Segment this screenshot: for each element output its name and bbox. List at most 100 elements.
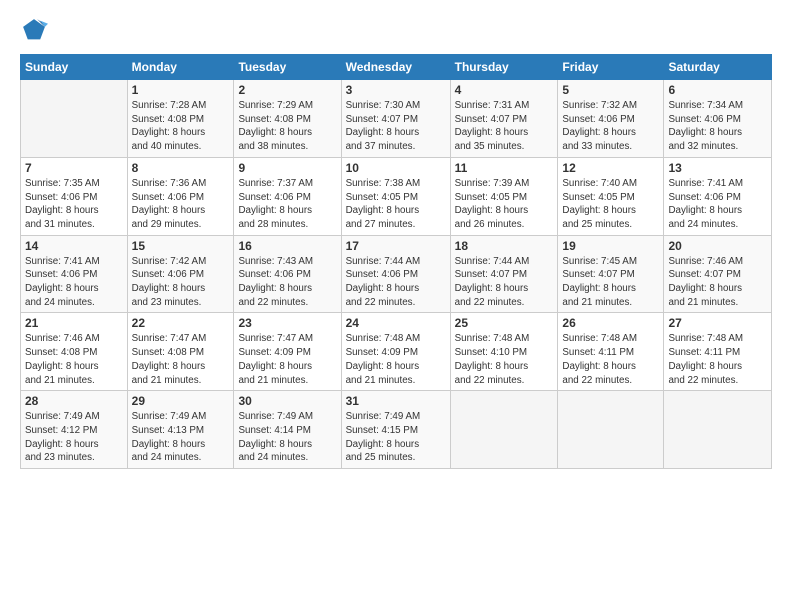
weekday-header-wednesday: Wednesday (341, 55, 450, 80)
day-number: 29 (132, 394, 230, 408)
day-number: 4 (455, 83, 554, 97)
day-cell: 16Sunrise: 7:43 AM Sunset: 4:06 PM Dayli… (234, 235, 341, 313)
day-info: Sunrise: 7:41 AM Sunset: 4:06 PM Dayligh… (668, 177, 767, 232)
week-row-4: 21 Sunrise: 7:46 AM Sunset: 4:08 PM Dayli… (21, 313, 772, 391)
day-number: 3 (346, 83, 446, 97)
day-cell: 10 Sunrise: 7:38 AM Sunset: 4:05 PM Dayli… (341, 157, 450, 235)
day-cell: 5 Sunrise: 7:32 AM Sunset: 4:06 PM Daylig… (558, 80, 664, 158)
day-number: 5 (562, 83, 659, 97)
day-info: Sunrise: 7:47 AM Sunset: 4:08 PM Dayligh… (132, 332, 230, 387)
day-number: 23 (238, 316, 336, 330)
day-number: 20 (668, 239, 767, 253)
day-cell: 25Sunrise: 7:48 AM Sunset: 4:10 PM Dayli… (450, 313, 558, 391)
day-cell: 3 Sunrise: 7:30 AM Sunset: 4:07 PM Daylig… (341, 80, 450, 158)
day-cell: 26 Sunrise: 7:48 AM Sunset: 4:11 PM Dayli… (558, 313, 664, 391)
weekday-header-row: SundayMondayTuesdayWednesdayThursdayFrid… (21, 55, 772, 80)
day-info: Sunrise: 7:32 AM Sunset: 4:06 PM Dayligh… (562, 99, 659, 154)
day-info: Sunrise: 7:39 AM Sunset: 4:05 PM Dayligh… (455, 177, 554, 232)
day-cell: 9 Sunrise: 7:37 AM Sunset: 4:06 PM Daylig… (234, 157, 341, 235)
day-number: 17 (346, 239, 446, 253)
day-number: 14 (25, 239, 123, 253)
day-cell: 17 Sunrise: 7:44 AM Sunset: 4:06 PM Dayli… (341, 235, 450, 313)
week-row-1: 1Sunrise: 7:28 AM Sunset: 4:08 PM Daylig… (21, 80, 772, 158)
day-cell: 27 Sunrise: 7:48 AM Sunset: 4:11 PM Dayli… (664, 313, 772, 391)
day-number: 12 (562, 161, 659, 175)
day-info: Sunrise: 7:40 AM Sunset: 4:05 PM Dayligh… (562, 177, 659, 232)
day-info: Sunrise: 7:35 AM Sunset: 4:06 PM Dayligh… (25, 177, 123, 232)
calendar-page: SundayMondayTuesdayWednesdayThursdayFrid… (0, 0, 792, 612)
week-row-2: 7 Sunrise: 7:35 AM Sunset: 4:06 PM Daylig… (21, 157, 772, 235)
day-cell: 13 Sunrise: 7:41 AM Sunset: 4:06 PM Dayli… (664, 157, 772, 235)
day-info: Sunrise: 7:44 AM Sunset: 4:07 PM Dayligh… (455, 255, 554, 310)
day-info: Sunrise: 7:48 AM Sunset: 4:11 PM Dayligh… (668, 332, 767, 387)
weekday-header-monday: Monday (127, 55, 234, 80)
weekday-header-thursday: Thursday (450, 55, 558, 80)
day-info: Sunrise: 7:38 AM Sunset: 4:05 PM Dayligh… (346, 177, 446, 232)
logo-icon (20, 16, 48, 44)
day-cell: 23 Sunrise: 7:47 AM Sunset: 4:09 PM Dayli… (234, 313, 341, 391)
day-info: Sunrise: 7:45 AM Sunset: 4:07 PM Dayligh… (562, 255, 659, 310)
day-cell: 11 Sunrise: 7:39 AM Sunset: 4:05 PM Dayli… (450, 157, 558, 235)
day-number: 18 (455, 239, 554, 253)
day-info: Sunrise: 7:37 AM Sunset: 4:06 PM Dayligh… (238, 177, 336, 232)
day-info: Sunrise: 7:31 AM Sunset: 4:07 PM Dayligh… (455, 99, 554, 154)
day-cell: 6Sunrise: 7:34 AM Sunset: 4:06 PM Daylig… (664, 80, 772, 158)
day-info: Sunrise: 7:48 AM Sunset: 4:10 PM Dayligh… (455, 332, 554, 387)
day-info: Sunrise: 7:49 AM Sunset: 4:15 PM Dayligh… (346, 410, 446, 465)
day-cell: 21 Sunrise: 7:46 AM Sunset: 4:08 PM Dayli… (21, 313, 128, 391)
day-number: 8 (132, 161, 230, 175)
day-cell: 8 Sunrise: 7:36 AM Sunset: 4:06 PM Daylig… (127, 157, 234, 235)
day-number: 7 (25, 161, 123, 175)
day-number: 21 (25, 316, 123, 330)
day-cell: 20Sunrise: 7:46 AM Sunset: 4:07 PM Dayli… (664, 235, 772, 313)
day-number: 6 (668, 83, 767, 97)
day-info: Sunrise: 7:30 AM Sunset: 4:07 PM Dayligh… (346, 99, 446, 154)
day-number: 26 (562, 316, 659, 330)
day-cell (558, 391, 664, 469)
day-info: Sunrise: 7:48 AM Sunset: 4:09 PM Dayligh… (346, 332, 446, 387)
weekday-header-sunday: Sunday (21, 55, 128, 80)
day-info: Sunrise: 7:49 AM Sunset: 4:13 PM Dayligh… (132, 410, 230, 465)
day-cell (664, 391, 772, 469)
day-cell: 30 Sunrise: 7:49 AM Sunset: 4:14 PM Dayli… (234, 391, 341, 469)
day-info: Sunrise: 7:49 AM Sunset: 4:14 PM Dayligh… (238, 410, 336, 465)
day-info: Sunrise: 7:44 AM Sunset: 4:06 PM Dayligh… (346, 255, 446, 310)
day-number: 22 (132, 316, 230, 330)
day-info: Sunrise: 7:42 AM Sunset: 4:06 PM Dayligh… (132, 255, 230, 310)
weekday-header-saturday: Saturday (664, 55, 772, 80)
day-cell: 2Sunrise: 7:29 AM Sunset: 4:08 PM Daylig… (234, 80, 341, 158)
day-cell: 18 Sunrise: 7:44 AM Sunset: 4:07 PM Dayli… (450, 235, 558, 313)
calendar-table: SundayMondayTuesdayWednesdayThursdayFrid… (20, 54, 772, 469)
day-cell (450, 391, 558, 469)
day-cell: 22 Sunrise: 7:47 AM Sunset: 4:08 PM Dayli… (127, 313, 234, 391)
day-info: Sunrise: 7:36 AM Sunset: 4:06 PM Dayligh… (132, 177, 230, 232)
day-number: 19 (562, 239, 659, 253)
day-cell (21, 80, 128, 158)
day-cell: 12 Sunrise: 7:40 AM Sunset: 4:05 PM Dayli… (558, 157, 664, 235)
logo (20, 16, 52, 44)
day-cell: 14 Sunrise: 7:41 AM Sunset: 4:06 PM Dayli… (21, 235, 128, 313)
day-number: 15 (132, 239, 230, 253)
day-cell: 1Sunrise: 7:28 AM Sunset: 4:08 PM Daylig… (127, 80, 234, 158)
day-cell: 7 Sunrise: 7:35 AM Sunset: 4:06 PM Daylig… (21, 157, 128, 235)
day-info: Sunrise: 7:47 AM Sunset: 4:09 PM Dayligh… (238, 332, 336, 387)
day-cell: 4 Sunrise: 7:31 AM Sunset: 4:07 PM Daylig… (450, 80, 558, 158)
day-info: Sunrise: 7:48 AM Sunset: 4:11 PM Dayligh… (562, 332, 659, 387)
weekday-header-tuesday: Tuesday (234, 55, 341, 80)
day-cell: 19 Sunrise: 7:45 AM Sunset: 4:07 PM Dayli… (558, 235, 664, 313)
day-number: 27 (668, 316, 767, 330)
day-number: 10 (346, 161, 446, 175)
day-number: 16 (238, 239, 336, 253)
day-info: Sunrise: 7:41 AM Sunset: 4:06 PM Dayligh… (25, 255, 123, 310)
day-number: 13 (668, 161, 767, 175)
day-number: 11 (455, 161, 554, 175)
day-cell: 31Sunrise: 7:49 AM Sunset: 4:15 PM Dayli… (341, 391, 450, 469)
day-info: Sunrise: 7:28 AM Sunset: 4:08 PM Dayligh… (132, 99, 230, 154)
day-number: 30 (238, 394, 336, 408)
day-number: 9 (238, 161, 336, 175)
day-cell: 24Sunrise: 7:48 AM Sunset: 4:09 PM Dayli… (341, 313, 450, 391)
week-row-5: 28Sunrise: 7:49 AM Sunset: 4:12 PM Dayli… (21, 391, 772, 469)
day-info: Sunrise: 7:46 AM Sunset: 4:08 PM Dayligh… (25, 332, 123, 387)
day-number: 2 (238, 83, 336, 97)
weekday-header-friday: Friday (558, 55, 664, 80)
